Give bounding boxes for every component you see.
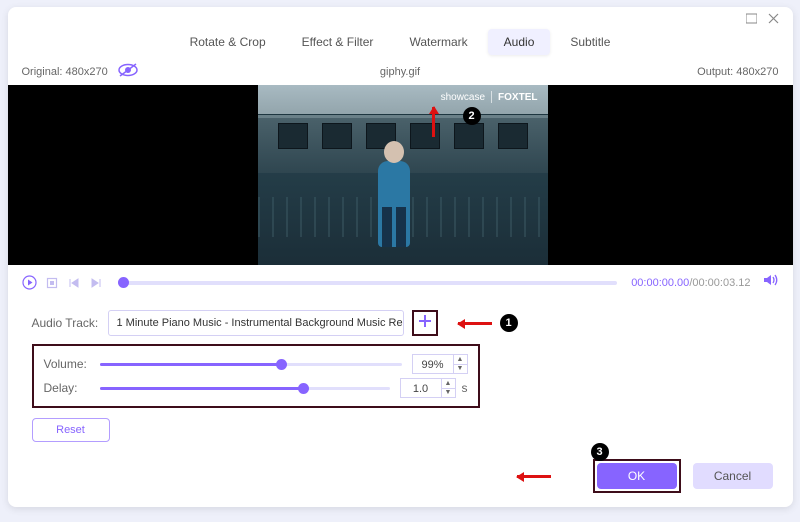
add-track-button[interactable] — [418, 314, 432, 333]
add-track-highlight — [412, 310, 438, 336]
output-resolution: Output: 480x270 — [697, 66, 778, 78]
filename-label: giphy.gif — [380, 66, 420, 78]
delay-row: Delay: 1.0 ▲▼ s — [44, 376, 468, 400]
original-resolution: Original: 480x270 — [22, 66, 108, 78]
volume-row: Volume: 99% ▲▼ — [44, 352, 468, 376]
tab-rotate-crop[interactable]: Rotate & Crop — [174, 29, 282, 55]
audio-track-row: Audio Track: 1 Minute Piano Music - Inst… — [32, 310, 769, 336]
video-preview: showcase FOXTEL — [8, 85, 793, 265]
playback-timeline[interactable] — [118, 281, 618, 285]
playback-controls: 00:00:00.00/00:00:03.12 — [8, 265, 793, 300]
play-icon[interactable] — [22, 275, 38, 291]
timecode: 00:00:00.00/00:00:03.12 — [631, 277, 750, 289]
audio-track-label: Audio Track: — [32, 316, 108, 330]
cancel-button[interactable]: Cancel — [693, 463, 773, 489]
volume-value[interactable]: 99% — [412, 354, 454, 374]
titlebar — [8, 7, 793, 29]
timeline-thumb[interactable] — [118, 277, 129, 288]
spin-up-icon: ▲ — [442, 379, 455, 389]
reset-button[interactable]: Reset — [32, 418, 110, 442]
footer-buttons: 3 OK Cancel — [517, 459, 773, 493]
info-bar: Original: 480x270 giphy.gif Output: 480x… — [8, 61, 793, 85]
audio-track-dropdown[interactable]: 1 Minute Piano Music - Instrumental Back… — [108, 310, 404, 336]
delay-label: Delay: — [44, 381, 100, 395]
window-minimize-icon[interactable] — [741, 7, 763, 29]
tab-effect-filter[interactable]: Effect & Filter — [286, 29, 390, 55]
annotation-1: 1 — [500, 314, 518, 332]
tabs: Rotate & Crop Effect & Filter Watermark … — [8, 29, 793, 61]
delay-value[interactable]: 1.0 — [400, 378, 442, 398]
stop-icon[interactable] — [44, 275, 60, 291]
ok-button[interactable]: OK — [597, 463, 677, 489]
volume-icon[interactable] — [763, 273, 779, 292]
tab-audio[interactable]: Audio — [488, 29, 551, 55]
audio-settings: Audio Track: 1 Minute Piano Music - Inst… — [8, 300, 793, 452]
tab-subtitle[interactable]: Subtitle — [554, 29, 626, 55]
volume-label: Volume: — [44, 357, 100, 371]
prev-frame-icon[interactable] — [66, 275, 82, 291]
window-close-icon[interactable] — [763, 7, 785, 29]
volume-slider[interactable] — [100, 363, 402, 366]
volume-slider-thumb[interactable] — [276, 359, 287, 370]
delay-unit: s — [462, 381, 468, 395]
editor-window: Rotate & Crop Effect & Filter Watermark … — [8, 7, 793, 507]
audio-track-value: 1 Minute Piano Music - Instrumental Back… — [117, 317, 404, 329]
next-frame-icon[interactable] — [88, 275, 104, 291]
video-watermark: showcase FOXTEL — [441, 91, 538, 103]
visibility-toggle-icon[interactable] — [118, 63, 138, 81]
tab-watermark[interactable]: Watermark — [393, 29, 483, 55]
delay-slider[interactable] — [100, 387, 390, 390]
video-frame: showcase FOXTEL — [258, 85, 548, 265]
spin-down-icon: ▼ — [442, 389, 455, 398]
delay-slider-thumb[interactable] — [298, 383, 309, 394]
volume-spinner[interactable]: ▲▼ — [454, 354, 468, 374]
spin-up-icon: ▲ — [454, 355, 467, 365]
spin-down-icon: ▼ — [454, 365, 467, 374]
slider-group-highlight: Volume: 99% ▲▼ Delay: 1.0 ▲▼ s — [32, 344, 480, 408]
delay-spinner[interactable]: ▲▼ — [442, 378, 456, 398]
ok-highlight: OK — [593, 459, 681, 493]
